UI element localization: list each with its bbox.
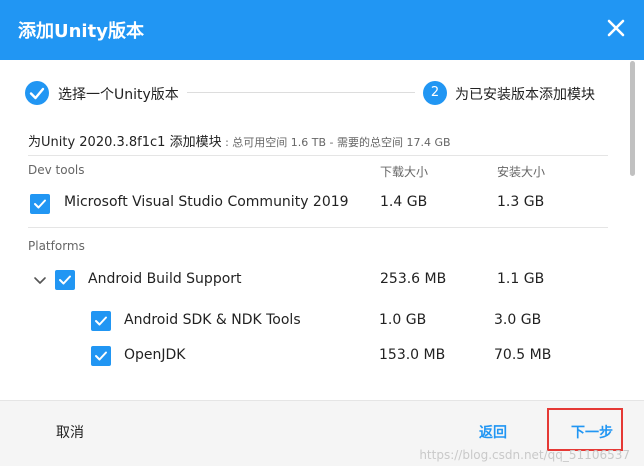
chevron-down-icon[interactable] (33, 275, 47, 287)
module-label: Android SDK & NDK Tools (124, 312, 301, 328)
module-row-openjdk: OpenJDK 153.0 MB 70.5 MB (91, 345, 611, 369)
next-button[interactable]: 下一步 (571, 422, 613, 442)
download-size: 1.0 GB (379, 312, 427, 328)
step-2-number: 2 (423, 81, 447, 105)
download-size: 153.0 MB (379, 347, 446, 363)
next-button-highlight: 下一步 (547, 408, 623, 451)
download-size: 1.4 GB (380, 194, 428, 210)
divider (28, 155, 608, 156)
section-label-platforms: Platforms (28, 239, 85, 253)
module-row-android-build-support: Android Build Support 253.6 MB 1.1 GB (33, 269, 613, 293)
step-2-label: 为已安装版本添加模块 (455, 87, 595, 103)
column-header-download-size: 下载大小 (380, 165, 429, 179)
install-size: 3.0 GB (494, 312, 542, 328)
module-row-visual-studio: Microsoft Visual Studio Community 2019 1… (30, 192, 610, 216)
close-button[interactable] (602, 14, 630, 42)
module-summary: 为Unity 2020.3.8f1c1 添加模块 : 总可用空间 1.6 TB … (28, 131, 451, 150)
step-1-label: 选择一个Unity版本 (58, 87, 179, 103)
back-button[interactable]: 返回 (479, 422, 507, 442)
download-size: 253.6 MB (380, 271, 447, 287)
module-label: OpenJDK (124, 347, 186, 363)
close-icon (607, 19, 625, 37)
cancel-button[interactable]: 取消 (56, 422, 84, 442)
dialog-footer: 取消 返回 下一步 https://blog.csdn.net/qq_51106… (0, 400, 644, 466)
dialog-header: 添加Unity版本 (0, 0, 644, 60)
install-size: 1.1 GB (497, 271, 545, 287)
summary-main: 为Unity 2020.3.8f1c1 添加模块 (28, 135, 222, 150)
check-icon (95, 351, 107, 361)
step-connector (187, 92, 415, 93)
checkbox-visual-studio[interactable] (30, 194, 50, 214)
section-label-dev-tools: Dev tools (28, 163, 85, 177)
check-icon (95, 316, 107, 326)
checkbox-android-build-support[interactable] (55, 270, 75, 290)
module-label: Microsoft Visual Studio Community 2019 (64, 194, 349, 210)
divider (28, 227, 608, 228)
column-header-install-size: 安装大小 (497, 165, 546, 179)
dialog-content: 选择一个Unity版本 2 为已安装版本添加模块 为Unity 2020.3.8… (0, 60, 644, 400)
watermark: https://blog.csdn.net/qq_51106537 (419, 448, 630, 462)
summary-space-info: : 总可用空间 1.6 TB - 需要的总空间 17.4 GB (221, 136, 451, 149)
module-row-android-sdk-ndk: Android SDK & NDK Tools 1.0 GB 3.0 GB (91, 310, 611, 334)
check-icon (59, 275, 71, 285)
module-label: Android Build Support (88, 271, 242, 287)
check-icon (34, 199, 46, 209)
scrollbar-thumb[interactable] (630, 61, 635, 176)
checkbox-openjdk[interactable] (91, 346, 111, 366)
checkbox-android-sdk-ndk[interactable] (91, 311, 111, 331)
check-icon (29, 87, 45, 100)
install-size: 70.5 MB (494, 347, 552, 363)
step-1-complete-indicator (25, 81, 49, 105)
dialog-title: 添加Unity版本 (18, 21, 144, 42)
stepper: 选择一个Unity版本 2 为已安装版本添加模块 (25, 80, 605, 106)
install-size: 1.3 GB (497, 194, 545, 210)
